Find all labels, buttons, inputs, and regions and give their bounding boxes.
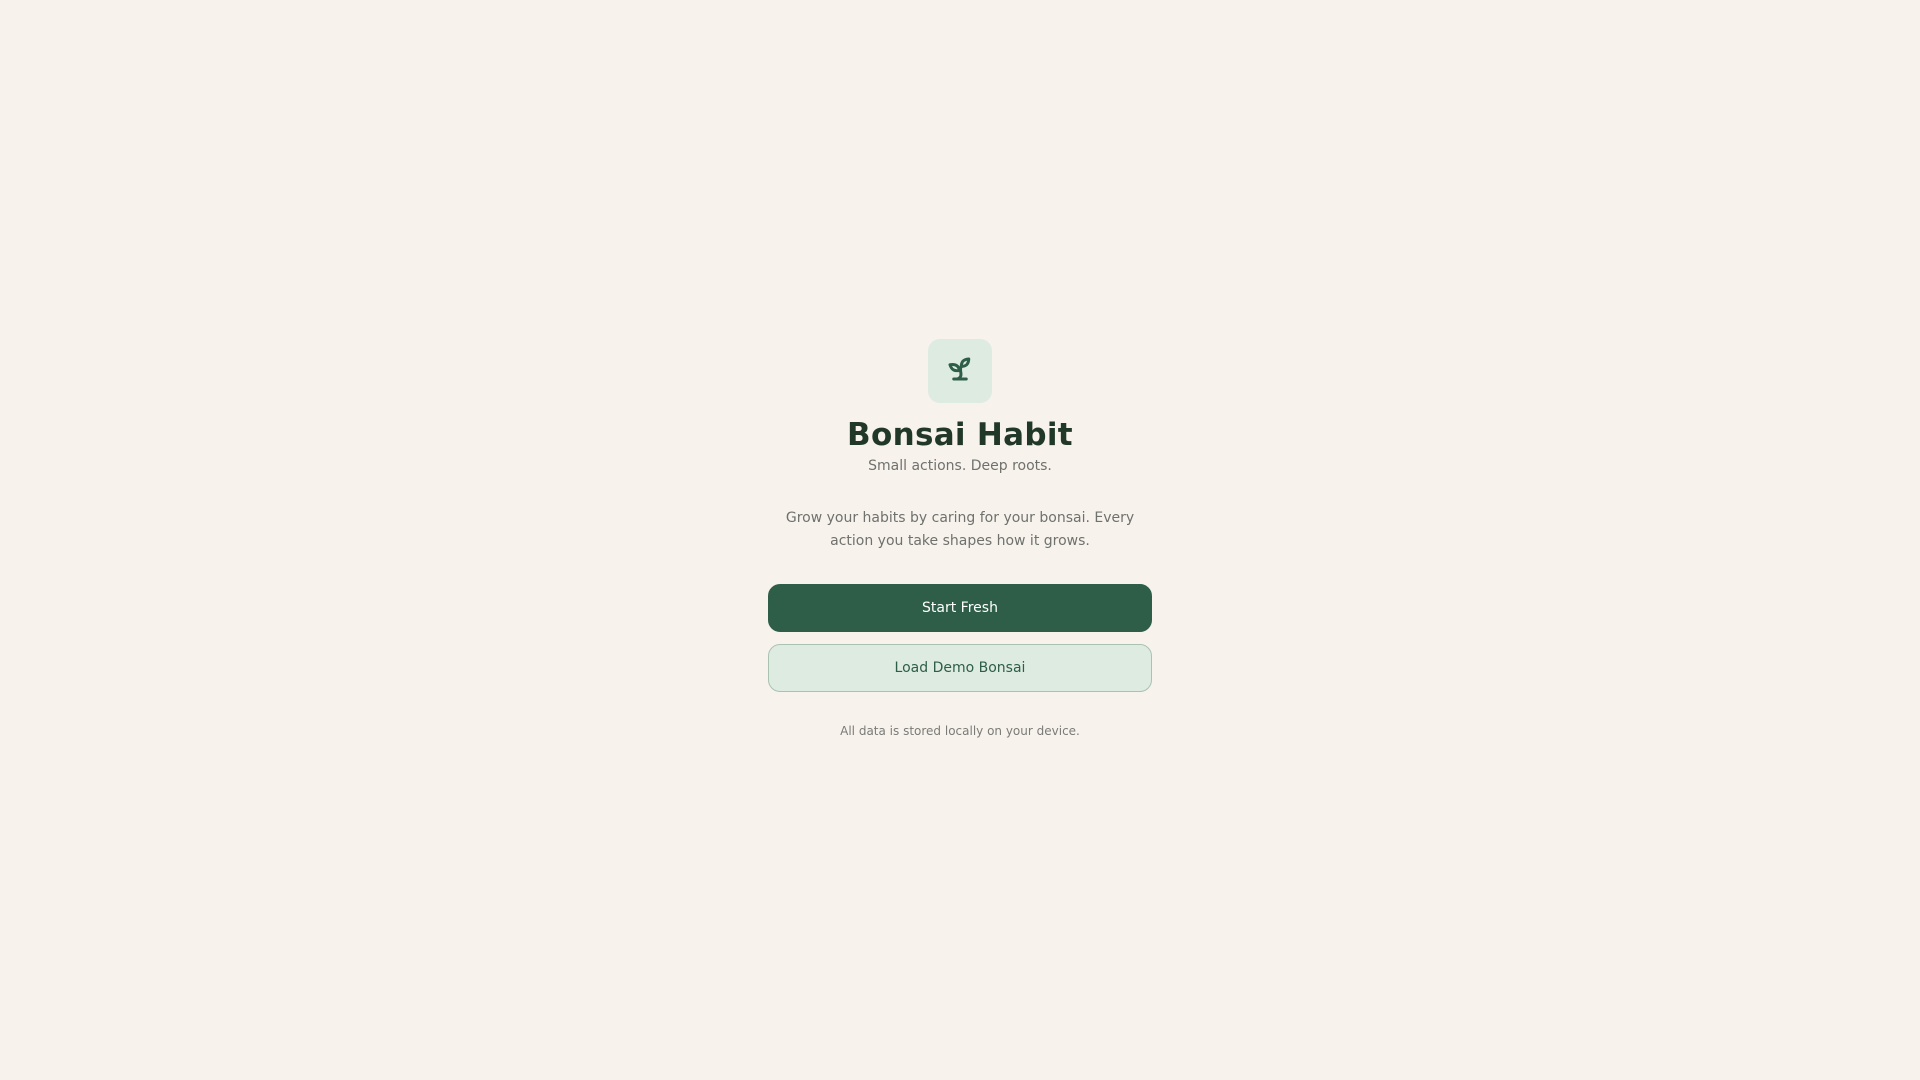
- sprout-icon: [945, 354, 975, 388]
- start-fresh-button[interactable]: Start Fresh: [768, 584, 1152, 632]
- welcome-screen: Bonsai Habit Small actions. Deep roots. …: [0, 0, 1920, 1080]
- app-title: Bonsai Habit: [847, 417, 1073, 453]
- load-demo-button[interactable]: Load Demo Bonsai: [768, 644, 1152, 692]
- intro-description: Grow your habits by caring for your bons…: [785, 510, 1135, 549]
- welcome-card: Bonsai Habit Small actions. Deep roots. …: [768, 339, 1152, 739]
- storage-note: All data is stored locally on your devic…: [840, 724, 1080, 738]
- app-logo: [928, 339, 992, 403]
- app-tagline: Small actions. Deep roots.: [868, 458, 1052, 474]
